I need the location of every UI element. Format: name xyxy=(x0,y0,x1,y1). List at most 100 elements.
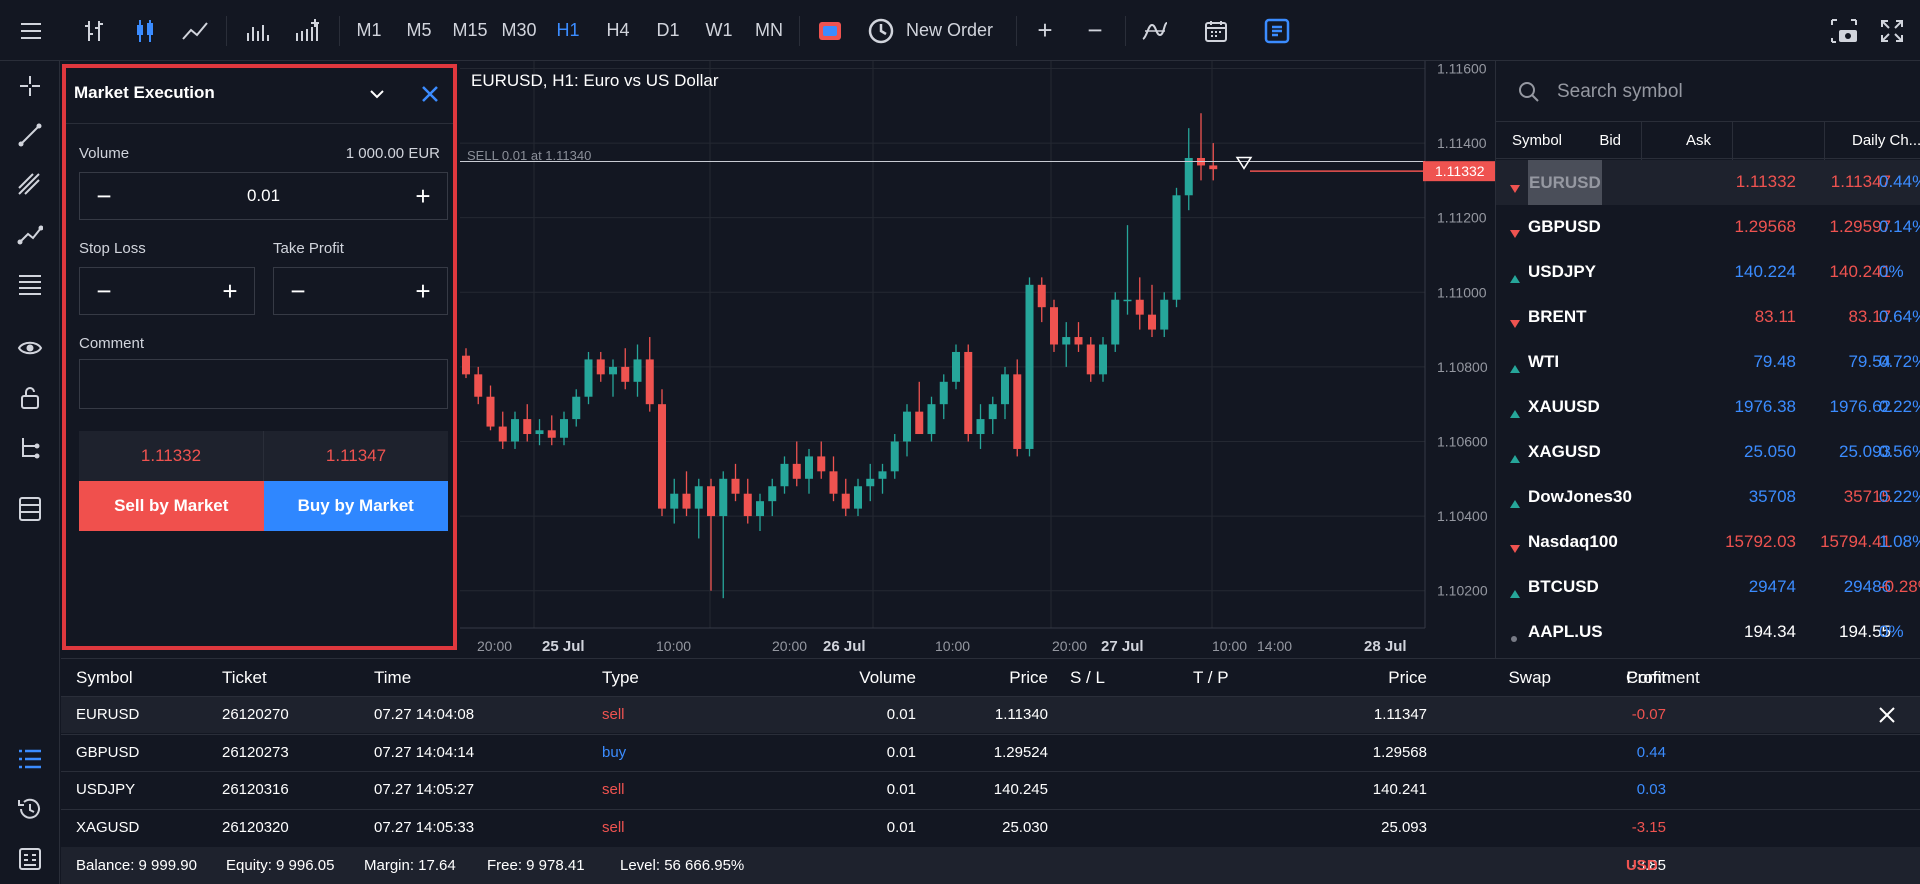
polyline-icon[interactable] xyxy=(0,215,60,255)
volume-decrease-button[interactable]: − xyxy=(80,173,128,219)
volume-increase-button[interactable]: + xyxy=(399,173,447,219)
stop-loss-decrease-button[interactable]: − xyxy=(80,268,128,314)
fullscreen-icon[interactable] xyxy=(1874,0,1910,61)
watchlist-row[interactable]: EURUSD1.113321.113470.44% xyxy=(1496,160,1920,205)
menu-icon[interactable] xyxy=(8,0,54,61)
take-profit-increase-button[interactable]: + xyxy=(399,268,447,314)
candlestick-chart-type-icon[interactable] xyxy=(127,0,163,61)
volumes-icon[interactable] xyxy=(240,0,276,61)
watchlist-row[interactable]: XAGUSD25.05025.0930.56% xyxy=(1496,430,1920,475)
col-symbol[interactable]: Symbol xyxy=(76,668,133,688)
buy-by-market-button[interactable]: Buy by Market xyxy=(263,481,448,531)
channel-icon[interactable] xyxy=(0,165,60,205)
col-volume[interactable]: Volume xyxy=(859,668,916,688)
visibility-eye-icon[interactable] xyxy=(0,328,60,368)
order-panel-toggle-icon[interactable] xyxy=(1259,0,1295,61)
watchlist-row[interactable]: BTCUSD2947429486-0.28% xyxy=(1496,565,1920,610)
col-symbol[interactable]: Symbol xyxy=(1512,132,1562,149)
watchlist-bid: 83.11 xyxy=(1754,307,1796,326)
timeframe-w1[interactable]: W1 xyxy=(702,0,736,61)
col-time[interactable]: Time xyxy=(374,668,411,688)
zoom-in-button[interactable]: + xyxy=(1027,0,1063,61)
col-comment[interactable]: Comment xyxy=(1626,668,1700,688)
symbol-search[interactable]: Search symbol xyxy=(1496,61,1920,121)
chevron-down-icon[interactable] xyxy=(367,84,387,109)
line-chart-type-icon[interactable] xyxy=(177,0,213,61)
timeframe-m15[interactable]: M15 xyxy=(448,0,492,61)
price-chart[interactable]: 1.11600 1.11400 1.11200 1.11000 1.10800 1.106… xyxy=(460,61,1495,658)
position-row[interactable]: EURUSD 26120270 07.27 14:04:08 sell 0.01 1.11… xyxy=(61,696,1920,733)
one-click-trading-icon[interactable] xyxy=(812,0,848,61)
templates-icon[interactable] xyxy=(0,489,60,529)
position-row[interactable]: USDJPY 26120316 07.27 14:05:27 sell 0.01 140.… xyxy=(61,771,1920,808)
fibonacci-icon[interactable] xyxy=(0,265,60,305)
watchlist-row[interactable]: GBPUSD1.295681.295970.14% xyxy=(1496,205,1920,250)
crosshair-icon[interactable] xyxy=(0,66,60,106)
col-type[interactable]: Type xyxy=(602,668,639,688)
col-sl[interactable]: S / L xyxy=(1070,668,1105,688)
trade-list-icon[interactable] xyxy=(0,739,60,779)
up-arrow-icon xyxy=(1510,583,1520,603)
comment-input[interactable] xyxy=(79,359,448,409)
indicator-list-icon[interactable] xyxy=(1137,0,1173,61)
indicators-icon[interactable] xyxy=(290,0,326,61)
timeframe-mn[interactable]: MN xyxy=(751,0,787,61)
col-bid[interactable]: Bid xyxy=(1599,132,1621,149)
free-margin: Free: 9 978.41 xyxy=(487,857,585,874)
journal-icon[interactable] xyxy=(0,839,60,879)
col-price[interactable]: Price xyxy=(1009,668,1048,688)
chart-canvas[interactable]: 1.11600 1.11400 1.11200 1.11000 1.10800 1.106… xyxy=(460,61,1495,658)
time-axis-label: 20:00 xyxy=(477,638,512,654)
sell-position-line-label[interactable]: SELL 0.01 at 1.11340 xyxy=(467,148,591,163)
position-ticket: 26120320 xyxy=(222,818,289,836)
candle xyxy=(572,389,581,427)
col-current-price[interactable]: Price xyxy=(1388,668,1427,688)
calendar-icon[interactable] xyxy=(1198,0,1234,61)
stop-loss-increase-button[interactable]: + xyxy=(206,268,254,314)
candle xyxy=(829,456,838,502)
col-ticket[interactable]: Ticket xyxy=(222,668,267,688)
take-profit-decrease-button[interactable]: − xyxy=(274,268,322,314)
watchlist-row[interactable]: USDJPY 140.224 140.241 0% xyxy=(1496,250,1920,295)
col-ask[interactable]: Ask xyxy=(1686,132,1711,149)
watchlist-row[interactable]: AAPL.US 194.34 194.55 0% xyxy=(1496,610,1920,655)
timeframe-m1[interactable]: M1 xyxy=(351,0,387,61)
candle xyxy=(915,381,924,435)
sell-by-market-button[interactable]: Sell by Market xyxy=(79,481,264,531)
watchlist-symbol: EURUSD xyxy=(1528,160,1602,205)
timeframe-m30[interactable]: M30 xyxy=(497,0,541,61)
col-tp[interactable]: T / P xyxy=(1193,668,1229,688)
close-icon[interactable] xyxy=(420,84,440,109)
timeframe-m5[interactable]: M5 xyxy=(401,0,437,61)
col-swap[interactable]: Swap xyxy=(1508,668,1551,688)
zoom-out-button[interactable]: − xyxy=(1077,0,1113,61)
timeframe-h1[interactable]: H1 xyxy=(552,0,584,61)
time-axis-label: 10:00 xyxy=(656,638,691,654)
market-execution-panel: Market Execution Volume 1 000.00 EUR − 0… xyxy=(62,64,457,650)
screenshot-icon[interactable] xyxy=(1826,0,1862,61)
search-input[interactable]: Search symbol xyxy=(1557,81,1683,103)
position-open-price: 1.11340 xyxy=(994,706,1048,723)
position-row[interactable]: XAGUSD 26120320 07.27 14:05:33 sell 0.01 25.0… xyxy=(61,808,1920,846)
col-daily-change[interactable]: Daily Ch... xyxy=(1852,132,1920,149)
timeframe-h4[interactable]: H4 xyxy=(601,0,635,61)
candle xyxy=(633,344,642,397)
new-order-button[interactable]: New Order xyxy=(868,0,1018,61)
position-profit: -3.15 xyxy=(1631,818,1666,836)
watchlist-row[interactable]: WTI79.4879.540.72% xyxy=(1496,340,1920,385)
bar-chart-type-icon[interactable] xyxy=(76,0,112,61)
volume-value[interactable]: 0.01 xyxy=(247,186,280,206)
lock-icon[interactable] xyxy=(0,378,60,418)
candle xyxy=(682,471,691,517)
watchlist-row[interactable]: DowJones3035708357150.22% xyxy=(1496,475,1920,520)
margin: Margin: 17.64 xyxy=(364,857,456,874)
watchlist-row[interactable]: BRENT83.1183.170.64% xyxy=(1496,295,1920,340)
trend-line-icon[interactable] xyxy=(0,115,60,155)
close-position-icon[interactable] xyxy=(1877,705,1897,729)
position-row[interactable]: GBPUSD 26120273 07.27 14:04:14 buy 0.01 1.295… xyxy=(61,733,1920,771)
timeframe-d1[interactable]: D1 xyxy=(651,0,685,61)
history-icon[interactable] xyxy=(0,789,60,829)
watchlist-row[interactable]: Nasdaq10015792.0315794.411.08% xyxy=(1496,520,1920,565)
watchlist-row[interactable]: XAUUSD1976.381976.620.22% xyxy=(1496,385,1920,430)
object-tree-icon[interactable] xyxy=(0,428,60,468)
